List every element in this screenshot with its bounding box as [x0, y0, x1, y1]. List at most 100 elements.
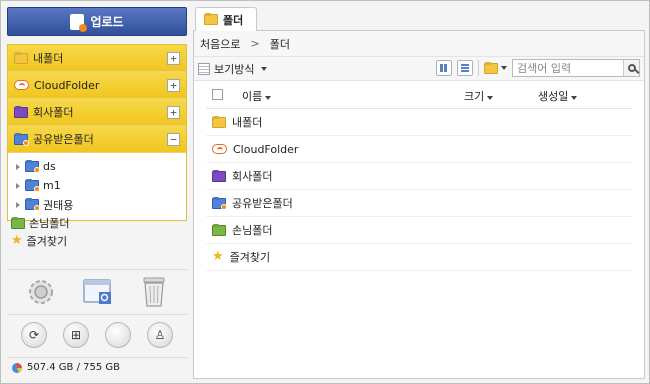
tab-folder[interactable]: 폴더: [195, 7, 257, 31]
tree-item-label: 내폴더: [33, 52, 64, 65]
tab-label: 폴더: [223, 13, 244, 27]
expand-arrow-icon[interactable]: [16, 163, 20, 170]
folder-green-icon: [11, 217, 25, 229]
list-item-label: 즐겨찾기: [229, 251, 271, 264]
list-item[interactable]: CloudFolder: [206, 136, 632, 163]
expand-arrow-icon[interactable]: [16, 201, 20, 208]
list-item-label: CloudFolder: [233, 142, 299, 156]
list-icon: [461, 64, 469, 72]
folder-purple-icon: [14, 106, 28, 118]
search-box: [512, 59, 640, 77]
star-icon: ★: [11, 233, 23, 248]
window-search-icon[interactable]: [82, 277, 114, 307]
tree-item-shared-folder[interactable]: 공유받은폴더 −: [8, 126, 186, 153]
list-item-label: 내폴더: [232, 116, 263, 129]
extra-item-label: 손님폴더: [29, 217, 70, 230]
subtree-item[interactable]: m1: [8, 176, 186, 195]
expand-toggle[interactable]: +: [167, 79, 180, 92]
file-list: 내폴더 CloudFolder 회사폴더 공유받은폴더 손님폴더 ★ 즐겨찾기: [206, 109, 632, 271]
subtree-item[interactable]: 권태용: [8, 195, 186, 214]
apple-icon[interactable]: [105, 321, 131, 348]
extra-item-label: 즐겨찾기: [26, 235, 68, 248]
file-panel: 처음으로 > 폴더 보기방식 검색어 입력 이름 크기 생성일 내폴더 Clou…: [193, 31, 645, 379]
breadcrumb-current[interactable]: 폴더: [270, 36, 290, 52]
expand-toggle[interactable]: +: [167, 106, 180, 119]
grid-icon: [440, 64, 448, 72]
folder-yellow-icon: [212, 116, 226, 128]
list-header: 이름 크기 생성일: [206, 81, 632, 109]
toolbar: 보기방식: [194, 57, 644, 81]
collapse-toggle[interactable]: −: [167, 133, 180, 146]
chevron-down-icon: [501, 66, 507, 70]
folder-green-icon: [212, 224, 226, 236]
column-name-header[interactable]: 이름: [242, 88, 272, 104]
search-icon: [627, 64, 636, 72]
grid-view-button[interactable]: [436, 60, 452, 76]
sidebar: 업로드 내폴더 + CloudFolder + 회사폴더 + 공유받은폴더 −: [7, 7, 187, 379]
folder-shared-icon: [25, 199, 40, 211]
shared-subtree: ds m1 권태용: [8, 153, 186, 220]
folder-yellow-icon: [204, 14, 218, 25]
breadcrumb-separator: >: [250, 37, 260, 50]
breadcrumb-home[interactable]: 처음으로: [200, 36, 240, 52]
list-view-button[interactable]: [457, 60, 473, 76]
upload-label: 업로드: [90, 15, 124, 29]
list-item[interactable]: 회사폴더: [206, 163, 632, 190]
search-button[interactable]: [623, 60, 639, 76]
folder-shared-icon: [25, 161, 40, 173]
folder-yellow-icon: [14, 52, 28, 64]
list-item-label: 손님폴더: [232, 224, 273, 237]
tree-item-label: 공유받은폴더: [33, 133, 94, 146]
column-size-header[interactable]: 크기: [464, 88, 494, 104]
subtree-item-label: m1: [43, 179, 61, 192]
select-all-checkbox[interactable]: [212, 89, 223, 100]
upload-button[interactable]: 업로드: [7, 7, 187, 36]
breadcrumb: 처음으로 > 폴더: [194, 31, 644, 57]
list-item-label: 회사폴더: [232, 170, 273, 183]
toolbar-divider: [478, 60, 479, 76]
settings-icon[interactable]: [25, 276, 57, 308]
guest-folder-item[interactable]: 손님폴더: [7, 214, 187, 232]
folder-purple-icon: [212, 170, 226, 182]
expand-arrow-icon[interactable]: [16, 182, 20, 189]
tree-item-cloudfolder[interactable]: CloudFolder +: [8, 72, 186, 99]
star-icon: ★: [212, 249, 224, 264]
list-item[interactable]: 손님폴더: [206, 217, 632, 244]
cloud-folder-icon: [14, 80, 29, 90]
list-item[interactable]: 공유받은폴더: [206, 190, 632, 217]
upload-icon: [70, 13, 88, 32]
view-mode-label: 보기방식: [214, 62, 255, 76]
tree-item-my-folder[interactable]: 내폴더 +: [8, 45, 186, 72]
storage-text: 507.4 GB / 755 GB: [27, 362, 121, 373]
extra-folders: 손님폴더 ★ 즐겨찾기: [7, 214, 187, 250]
list-item[interactable]: 내폴더: [206, 109, 632, 136]
sync-icon[interactable]: ⟳: [21, 321, 47, 348]
list-item-label: 공유받은폴더: [232, 197, 293, 210]
new-folder-button[interactable]: [484, 62, 507, 74]
tool-buttons: [7, 269, 187, 313]
windows-icon[interactable]: ⊞: [63, 321, 89, 348]
tab-bar: 폴더: [193, 7, 645, 31]
expand-toggle[interactable]: +: [167, 52, 180, 65]
folder-shared-icon: [14, 133, 29, 146]
app-frame: 업로드 내폴더 + CloudFolder + 회사폴더 + 공유받은폴더 −: [0, 0, 650, 384]
subtree-item-label: 권태용: [43, 198, 74, 212]
toolbar-right: [436, 59, 640, 77]
android-icon[interactable]: ♙: [147, 321, 173, 348]
folder-chart-icon: [484, 62, 498, 74]
list-item[interactable]: ★ 즐겨찾기: [206, 244, 632, 271]
view-mode-button[interactable]: 보기방식: [198, 61, 268, 77]
subtree-item[interactable]: ds: [8, 157, 186, 176]
view-list-icon: [198, 62, 210, 75]
folder-tree: 내폴더 + CloudFolder + 회사폴더 + 공유받은폴더 − ds m…: [7, 44, 187, 221]
trash-icon[interactable]: [139, 275, 169, 309]
tree-item-company-folder[interactable]: 회사폴더 +: [8, 99, 186, 126]
tree-item-label: 회사폴더: [33, 106, 74, 119]
chevron-down-icon: [261, 66, 268, 71]
column-date-header[interactable]: 생성일: [538, 88, 578, 104]
pie-chart-icon: [12, 362, 22, 373]
cloud-folder-icon: [212, 144, 227, 154]
favorites-item[interactable]: ★ 즐겨찾기: [7, 232, 187, 250]
subtree-item-label: ds: [43, 160, 56, 173]
search-input[interactable]: [513, 60, 623, 76]
